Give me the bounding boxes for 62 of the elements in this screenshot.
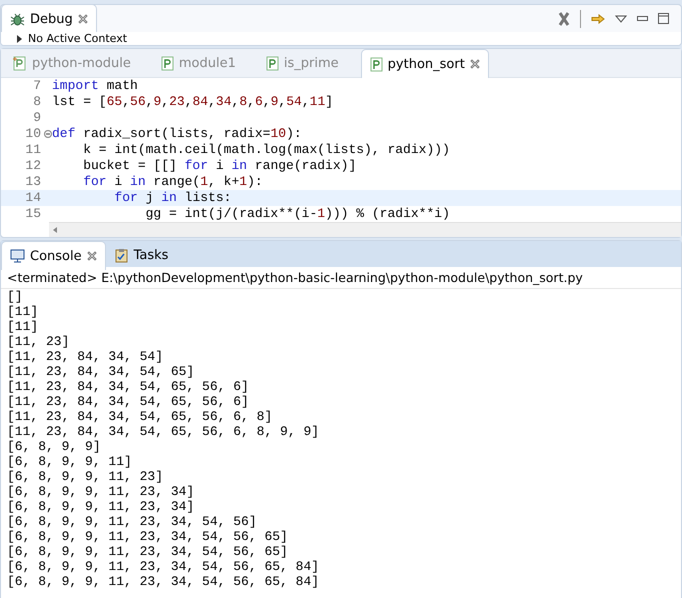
console-output-line: [11] xyxy=(7,304,38,319)
line-number: 10 xyxy=(1,126,45,142)
console-output-line: [11, 23, 84, 34, 54] xyxy=(7,349,164,364)
console-output-line: [11, 23] xyxy=(7,334,70,349)
console-output-line: [11, 23, 84, 34, 54, 65, 56, 6] xyxy=(7,379,249,394)
console-output-line: [6, 8, 9, 9, 11, 23, 34, 54, 56, 65] xyxy=(7,544,288,559)
view-tab[interactable]: Tasks xyxy=(106,241,176,269)
python-file-icon xyxy=(370,56,383,72)
code-line: for i in range(1, k+1): xyxy=(82,174,263,190)
console-output-line: [6, 8, 9, 9, 11, 23] xyxy=(7,469,164,484)
code-line: for j in lists: xyxy=(113,190,232,206)
console-output-line: [11, 23, 84, 34, 54, 65, 56, 6, 8, 9, 9] xyxy=(7,424,320,439)
process-label: <terminated> E:\pythonDevelopment\python-basic-learning\python-module\python_sort.py xyxy=(1,267,681,289)
python-project-icon xyxy=(13,56,27,70)
code-line: bucket = [[] for i in range(radix)] xyxy=(82,158,356,174)
line-number: 12 xyxy=(24,158,42,174)
console-output-line: [11] xyxy=(7,319,38,334)
line-number: 7 xyxy=(32,78,42,94)
horizontal-scrollbar[interactable] xyxy=(49,222,681,237)
console-output-line: [6, 8, 9, 9, 11, 23, 34] xyxy=(7,484,194,499)
code-line: import math xyxy=(52,78,138,94)
close-icon[interactable] xyxy=(86,251,97,261)
close-icon[interactable] xyxy=(470,59,480,69)
view-tab[interactable]: Console xyxy=(1,241,106,270)
line-number: 8 xyxy=(32,94,42,110)
python-file-icon xyxy=(266,56,279,70)
editor-tab[interactable]: python_sort xyxy=(360,49,489,78)
monitor-icon xyxy=(10,249,25,263)
minimize-icon[interactable] xyxy=(637,16,648,22)
clipboard-icon xyxy=(114,248,129,262)
console-output-line: [] xyxy=(7,289,23,304)
bug-icon xyxy=(10,12,25,26)
console-output-line: [6, 8, 9, 9, 11, 23, 34, 54, 56] xyxy=(7,514,257,529)
view-menu-icon[interactable] xyxy=(615,14,627,22)
triangle-icon[interactable] xyxy=(17,34,22,42)
line-number: 14 xyxy=(24,190,42,206)
maximize-icon[interactable] xyxy=(658,13,669,24)
close-icon[interactable] xyxy=(78,14,88,24)
collapse-icon[interactable] xyxy=(44,130,52,138)
arrow-icon[interactable] xyxy=(591,14,605,24)
code-line: def radix_sort(lists, radix=10): xyxy=(52,126,302,142)
console-output-line: [11, 23, 84, 34, 54, 65] xyxy=(7,364,194,379)
console-output-line: [6, 8, 9, 9, 11, 23, 34, 54, 56, 65] xyxy=(7,529,288,544)
console-output-line: [6, 8, 9, 9, 11, 23, 34] xyxy=(7,499,194,514)
scroll-left-icon[interactable] xyxy=(53,227,57,233)
line-number: 9 xyxy=(32,110,42,126)
console-output-line: [11, 23, 84, 34, 54, 65, 56, 6, 8] xyxy=(7,409,272,424)
code-line: gg = int(j/(radix**(i-1))) % (radix**i) xyxy=(144,206,450,222)
line-number: 11 xyxy=(24,142,42,158)
debug-tab[interactable]: Debug xyxy=(1,5,97,33)
console-output-line: [6, 8, 9, 9, 11, 23, 34, 54, 56, 65, 84] xyxy=(7,559,320,574)
console-output-line: [6, 8, 9, 9, 11] xyxy=(7,454,132,469)
debug-context-text: No Active Context xyxy=(28,32,128,44)
python-file-icon xyxy=(160,56,174,70)
line-number: 13 xyxy=(24,174,42,190)
line-number: 15 xyxy=(24,206,42,222)
code-line: lst = [65,56,9,23,84,34,8,6,9,54,11] xyxy=(52,94,334,110)
code-line: k = int(math.ceil(math.log(max(lists), radix))) xyxy=(82,142,450,158)
console-output-line: [6, 8, 9, 9] xyxy=(7,439,101,454)
console-output-line: [6, 8, 9, 9, 11, 23, 34, 54, 56, 65, 84] xyxy=(7,574,320,589)
disconnect-icon[interactable] xyxy=(558,10,570,26)
console-output-line: [11, 23, 84, 34, 54, 65, 56, 6] xyxy=(7,394,249,409)
